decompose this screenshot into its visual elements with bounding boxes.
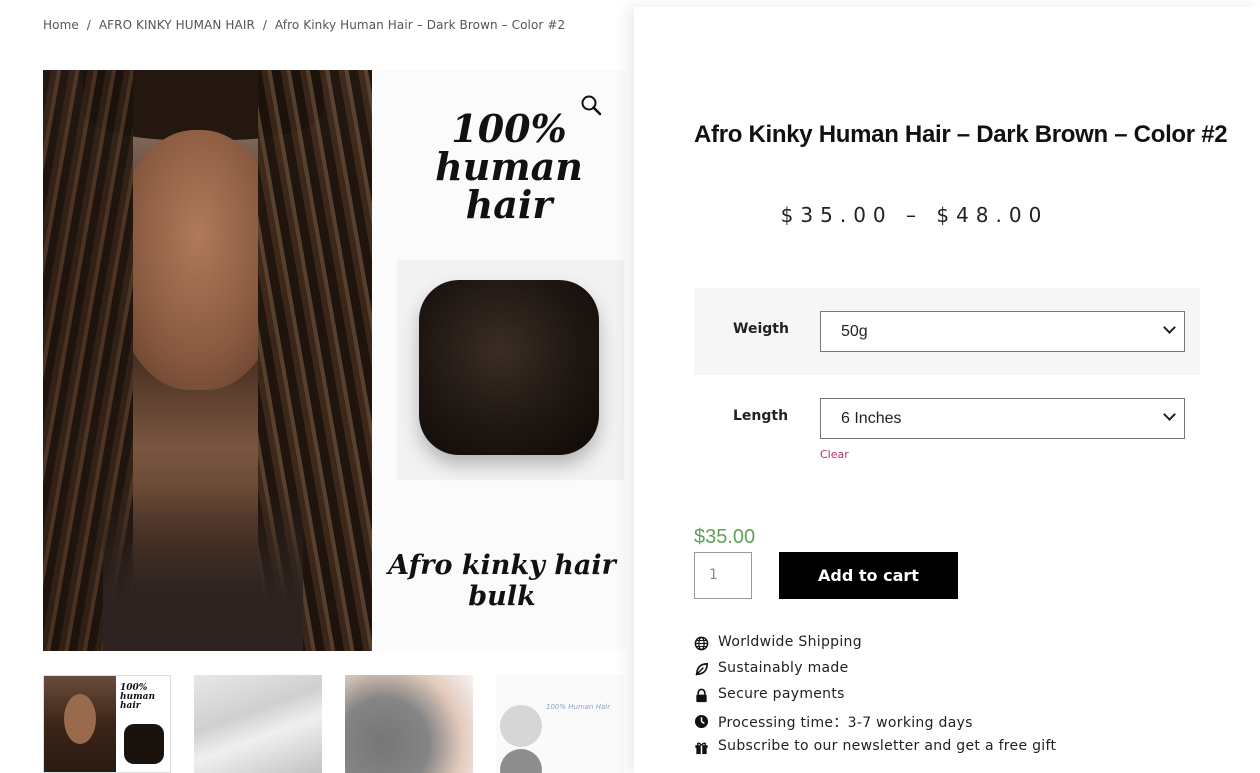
lock-icon — [696, 688, 707, 703]
add-to-cart-button[interactable]: Add to cart — [779, 552, 958, 599]
hair-bundle-shape — [124, 724, 164, 764]
hair-sample-shape — [500, 705, 542, 747]
breadcrumb-current: Afro Kinky Human Hair – Dark Brown – Col… — [274, 18, 566, 32]
hair-bundle-shape — [419, 280, 599, 455]
hair-sample-shape — [500, 749, 542, 773]
product-summary-panel: Afro Kinky Human Hair – Dark Brown – Col… — [634, 7, 1260, 773]
product-main-image[interactable]: 100% human hair Afro kinky hair bulk — [43, 70, 625, 651]
length-label: Length — [733, 408, 789, 424]
feature-item: Secure payments — [694, 686, 1056, 712]
hair-bundle-image — [397, 260, 624, 480]
thumbnail-strip: 100% human hair 100% Human Hair — [43, 675, 633, 773]
clock-icon — [694, 714, 709, 729]
clear-variations-link[interactable]: Clear — [820, 448, 849, 461]
weight-label: Weigth — [733, 321, 789, 337]
thumbnail-photo — [44, 676, 116, 772]
feature-list: Worldwide Shipping Sustainably made Secu… — [694, 634, 1056, 764]
chevron-down-icon — [1163, 408, 1176, 421]
feature-text: Processing time：3-7 working days — [718, 715, 973, 731]
thumbnail-text: 100% human hair — [120, 683, 155, 711]
feature-item: Worldwide Shipping — [694, 634, 1056, 660]
variation-row-weight: Weigth 50g — [694, 288, 1200, 375]
image-tagline-bottom: Afro kinky hair bulk — [388, 550, 616, 612]
thumbnail-2[interactable] — [194, 675, 322, 773]
feature-item: Processing time：3-7 working days — [694, 712, 1056, 738]
model-photo — [43, 70, 372, 651]
weight-select-value: 50g — [841, 323, 868, 340]
price-range-text: $35.00 – $48.00 — [780, 203, 1049, 227]
selected-price: $35.00 — [694, 526, 756, 548]
variation-row-length: Length 6 Inches — [694, 375, 1200, 462]
thumbnail-text: 100% Human Hair — [546, 703, 611, 711]
feature-text: Subscribe to our newsletter and get a fr… — [718, 738, 1057, 754]
weight-select[interactable]: 50g — [820, 311, 1185, 352]
feature-text: Sustainably made — [718, 660, 849, 676]
length-select[interactable]: 6 Inches — [820, 398, 1185, 439]
clothing-shape — [103, 490, 303, 651]
zoom-icon[interactable] — [580, 94, 602, 116]
gift-icon — [695, 742, 708, 755]
product-image-panel: 100% human hair Afro kinky hair bulk — [372, 70, 625, 651]
feature-text: Worldwide Shipping — [718, 634, 862, 650]
thumbnail-1[interactable]: 100% human hair — [43, 675, 171, 773]
thumbnail-3[interactable] — [345, 675, 473, 773]
thumbnail-4[interactable]: 100% Human Hair — [496, 675, 624, 773]
product-title: Afro Kinky Human Hair – Dark Brown – Col… — [694, 121, 1228, 148]
quantity-input[interactable]: 1 — [694, 552, 752, 599]
price-range: $35.00 – $48.00 — [634, 203, 1260, 227]
image-tagline-top: 100% human hair — [435, 106, 583, 227]
breadcrumb-home[interactable]: Home — [43, 18, 79, 32]
length-select-value: 6 Inches — [841, 410, 902, 427]
breadcrumb: Home / AFRO KINKY HUMAN HAIR / Afro Kink… — [43, 18, 565, 32]
chevron-down-icon — [1163, 321, 1176, 334]
breadcrumb-separator: / — [86, 18, 91, 32]
breadcrumb-separator: / — [262, 18, 267, 32]
face-shape — [64, 694, 96, 744]
feature-item: Sustainably made — [694, 660, 1056, 686]
breadcrumb-category[interactable]: AFRO KINKY HUMAN HAIR — [99, 18, 255, 32]
feature-text: Secure payments — [718, 686, 845, 702]
feature-item: Subscribe to our newsletter and get a fr… — [694, 738, 1056, 764]
globe-icon — [694, 636, 709, 651]
leaf-icon — [695, 663, 708, 676]
